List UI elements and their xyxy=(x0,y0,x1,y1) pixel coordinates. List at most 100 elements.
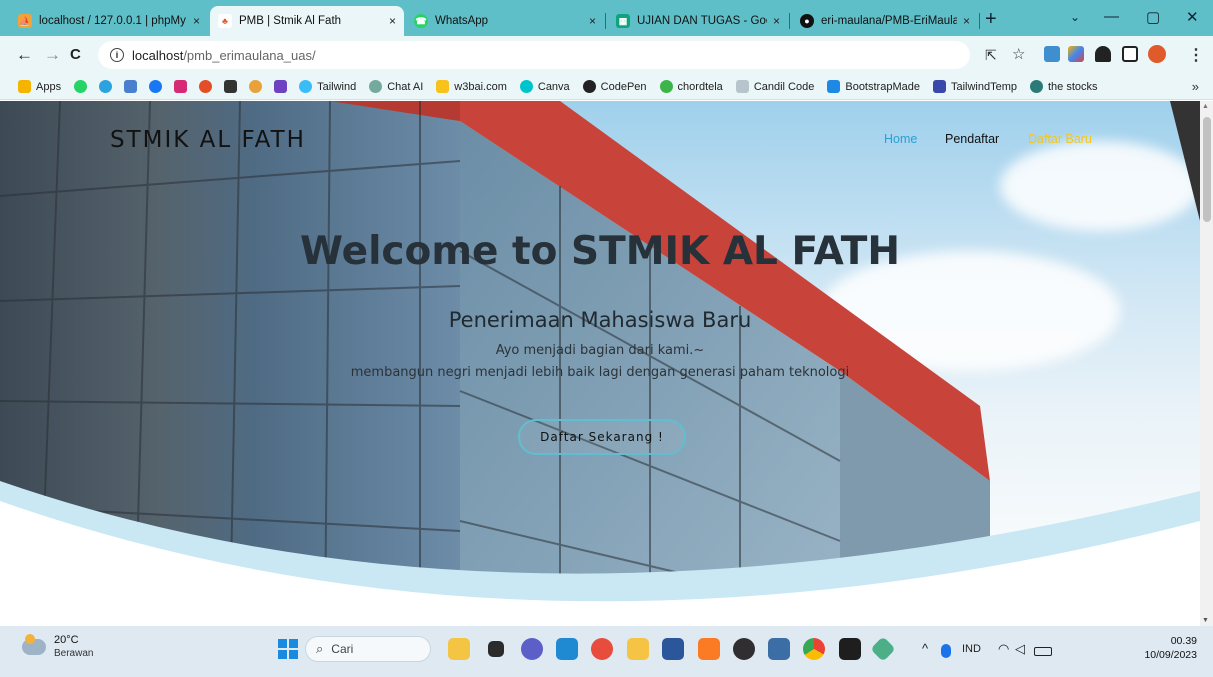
folder-icon[interactable] xyxy=(627,638,649,660)
tab-close-icon[interactable]: × xyxy=(963,14,970,28)
bookmark-candil-code[interactable]: Candil Code xyxy=(735,80,814,93)
instagram-icon xyxy=(174,80,188,93)
minimize-button[interactable]: — xyxy=(1104,8,1119,25)
bookmark-bootstrapmade[interactable]: BootstrapMade xyxy=(827,80,920,93)
tab-close-icon[interactable]: × xyxy=(193,14,200,28)
bookmark-meet[interactable] xyxy=(124,80,138,93)
weather-widget[interactable]: 20°C Berawan xyxy=(22,634,93,660)
tab-strip: ⛵ localhost / 127.0.0.1 | phpMy × ♣ PMB … xyxy=(0,0,1213,36)
bookmark-instagram[interactable] xyxy=(174,80,188,93)
extension-icon[interactable] xyxy=(1068,46,1084,62)
nav-pendaftar[interactable]: Pendaftar xyxy=(945,132,999,146)
tab-phpmyadmin[interactable]: ⛵ localhost / 127.0.0.1 | phpMy × xyxy=(10,6,208,36)
pmb-logo-icon: ♣ xyxy=(218,14,232,28)
terminal-icon[interactable] xyxy=(839,638,861,660)
clock-date: 10/09/2023 xyxy=(1144,649,1197,661)
profile-avatar[interactable] xyxy=(1148,45,1166,63)
wifi-icon[interactable]: ◠ xyxy=(998,641,1009,657)
bookmark-mt[interactable] xyxy=(224,80,238,93)
tab-search-icon[interactable]: ⌄ xyxy=(1070,10,1080,24)
scrollbar-thumb[interactable] xyxy=(1203,117,1211,222)
bookmark-tailwind[interactable]: Tailwind xyxy=(299,80,356,93)
address-bar[interactable]: i localhost/pmb_erimaulana_uas/ xyxy=(98,41,970,69)
bookmark-label: Apps xyxy=(36,80,62,93)
close-window-button[interactable]: ✕ xyxy=(1186,8,1199,26)
register-now-button[interactable]: Daftar Sekarang ! xyxy=(518,419,686,455)
phpmyadmin-icon: ⛵ xyxy=(18,14,32,28)
tab-title: WhatsApp xyxy=(435,15,489,27)
page-scrollbar[interactable]: ▲ ▼ xyxy=(1200,101,1213,626)
bookmark-chat-ai[interactable]: Chat AI xyxy=(369,80,423,93)
clock-time: 00.39 xyxy=(1170,635,1197,647)
tab-close-icon[interactable]: × xyxy=(773,14,780,28)
scroll-down-icon[interactable]: ▼ xyxy=(1202,617,1209,624)
tab-google-classroom[interactable]: ▦ UJIAN DAN TUGAS - Google × xyxy=(608,6,788,36)
bookmark-bootstrap[interactable] xyxy=(274,80,288,93)
nav-home[interactable]: Home xyxy=(884,132,917,146)
whatsapp-icon: ☎ xyxy=(414,14,428,28)
reload-button[interactable]: C xyxy=(70,46,81,63)
new-tab-button[interactable]: + xyxy=(985,8,997,31)
candil-code-icon xyxy=(735,80,749,93)
xampp-icon[interactable] xyxy=(698,638,720,660)
obs-icon[interactable] xyxy=(733,638,755,660)
bookmark-apps[interactable]: Apps xyxy=(18,80,61,93)
virtualbox-icon[interactable] xyxy=(768,638,790,660)
chrome-icon[interactable] xyxy=(591,638,613,660)
chrome-active-icon[interactable] xyxy=(803,638,825,660)
bookmark-codepen[interactable]: CodePen xyxy=(582,80,647,93)
nav-daftar-baru[interactable]: Daftar Baru xyxy=(1028,132,1092,146)
share-icon[interactable]: ⇱ xyxy=(985,47,997,64)
back-button[interactable]: ← xyxy=(16,45,33,65)
bluetooth-icon[interactable] xyxy=(941,644,951,658)
extension-icon[interactable] xyxy=(1044,46,1060,62)
bookmark-star-icon[interactable]: ☆ xyxy=(1012,45,1025,63)
bookmarks-overflow-icon[interactable]: » xyxy=(1192,79,1199,94)
bookmark-canva[interactable]: Canva xyxy=(519,80,570,93)
taskbar-search[interactable]: ⌕ Cari xyxy=(305,636,431,662)
word-icon[interactable] xyxy=(662,638,684,660)
task-view-icon[interactable] xyxy=(488,641,504,657)
battery-icon[interactable] xyxy=(1034,647,1052,656)
facebook-icon xyxy=(149,80,163,93)
tab-whatsapp[interactable]: ☎ WhatsApp × xyxy=(406,6,604,36)
system-clock[interactable]: 00.39 10/09/2023 xyxy=(1144,634,1197,662)
bookmark-chordtela[interactable]: chordtela xyxy=(659,80,723,93)
chordtela-icon xyxy=(659,80,673,93)
vscode-icon[interactable] xyxy=(556,638,578,660)
start-button[interactable] xyxy=(278,639,298,659)
bookmark-telegram[interactable] xyxy=(99,80,113,93)
shape-icon xyxy=(199,80,213,93)
tray-chevron-icon[interactable]: ^ xyxy=(922,641,928,656)
volume-icon[interactable]: ◁ xyxy=(1015,641,1025,657)
tab-github[interactable]: ● eri-maulana/PMB-EriMaulan × xyxy=(792,6,978,36)
side-panel-icon[interactable] xyxy=(1122,46,1138,62)
git-icon[interactable] xyxy=(870,636,896,662)
language-indicator[interactable]: IND xyxy=(962,643,981,655)
site-info-icon[interactable]: i xyxy=(110,48,124,62)
bookmark-facebook[interactable] xyxy=(149,80,163,93)
page-viewport: STMIK AL FATH Home Pendaftar Daftar Baru… xyxy=(0,101,1200,626)
scroll-up-icon[interactable]: ▲ xyxy=(1202,103,1209,110)
bookmark-w3bai[interactable]: w3bai.com xyxy=(436,80,507,93)
windows-logo-icon xyxy=(278,639,287,648)
extensions-puzzle-icon[interactable] xyxy=(1095,46,1111,62)
bookmark-java[interactable] xyxy=(249,80,263,93)
tab-pmb-stmik[interactable]: ♣ PMB | Stmik Al Fath × xyxy=(210,6,404,36)
bookmark-tailwindtemp[interactable]: TailwindTemp xyxy=(932,80,1017,93)
bookmark-whatsapp[interactable] xyxy=(74,80,88,93)
tab-close-icon[interactable]: × xyxy=(389,14,396,28)
bookmark-figma[interactable] xyxy=(199,80,213,93)
chat-icon[interactable] xyxy=(521,638,543,660)
forward-button[interactable]: → xyxy=(44,45,61,65)
browser-menu-icon[interactable]: ⋮ xyxy=(1188,45,1204,65)
windows-taskbar: 20°C Berawan ⌕ Cari ^ IND ◠ ◁ 00.39 10/0… xyxy=(0,626,1213,677)
tab-title: PMB | Stmik Al Fath xyxy=(239,15,342,27)
file-explorer-icon[interactable] xyxy=(448,638,470,660)
maximize-button[interactable]: ▢ xyxy=(1146,8,1160,26)
tab-title: eri-maulana/PMB-EriMaulan xyxy=(821,15,957,27)
site-brand[interactable]: STMIK AL FATH xyxy=(110,127,306,153)
chatgpt-icon xyxy=(369,80,383,93)
tab-close-icon[interactable]: × xyxy=(589,14,596,28)
bookmark-the-stocks[interactable]: the stocks xyxy=(1030,80,1098,93)
